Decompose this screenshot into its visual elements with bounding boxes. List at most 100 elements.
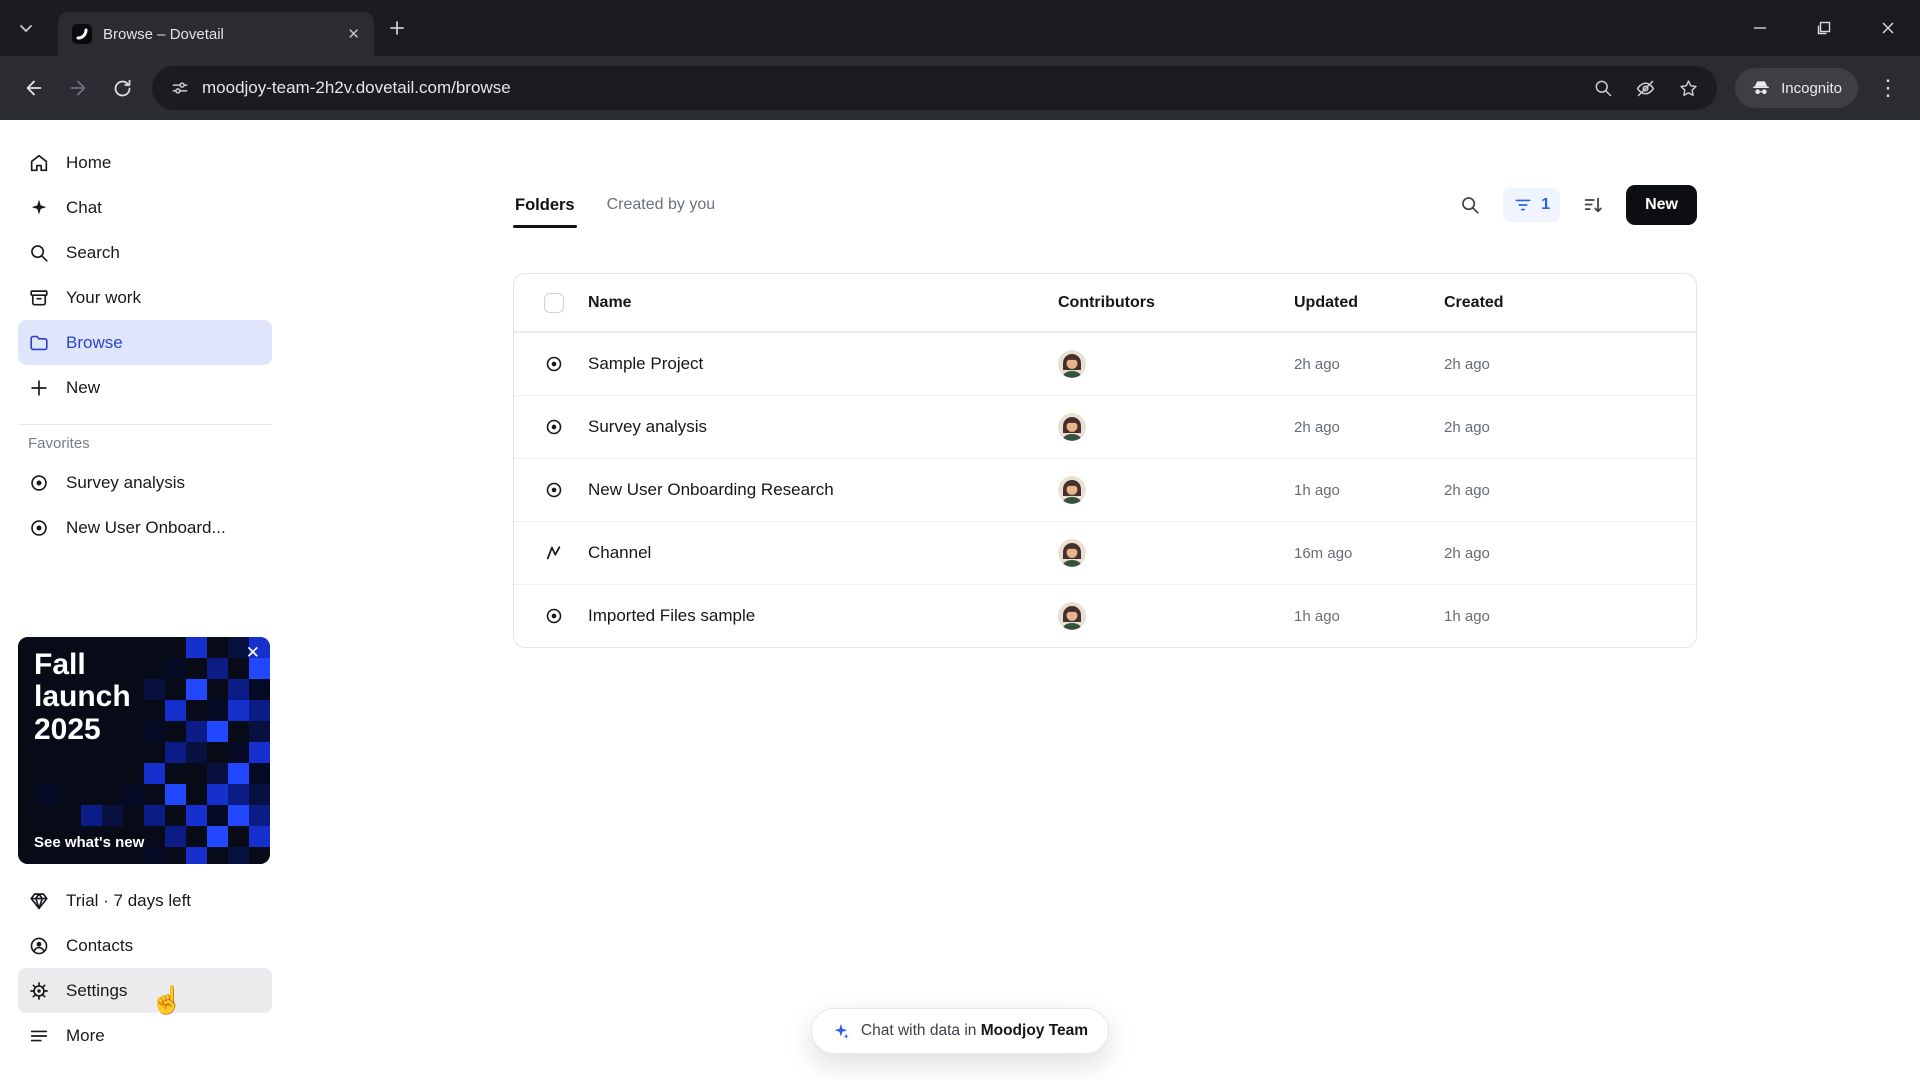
sidebar-item-label: New <box>66 377 101 397</box>
sidebar-item-your-work[interactable]: Your work <box>18 275 272 320</box>
promo-title: Fall launch 2025 <box>34 648 131 746</box>
tab-search-chevron-icon[interactable] <box>8 10 44 46</box>
sidebar-item-label: Chat <box>66 197 102 217</box>
contributor-avatar <box>1058 539 1086 567</box>
chat-with-data-button[interactable]: Chat with data in Moodjoy Team <box>810 1008 1110 1054</box>
filter-button[interactable]: 1 <box>1503 188 1561 222</box>
sidebar-item-more[interactable]: More <box>18 1013 272 1058</box>
sidebar-item-home[interactable]: Home <box>18 140 272 185</box>
sidebar-footer: Trial · 7 days left Contacts Settings Mo… <box>0 878 290 1058</box>
incognito-badge[interactable]: Incognito <box>1735 68 1858 108</box>
omnibox[interactable]: moodjoy-team-2h2v.dovetail.com/browse <box>152 66 1718 110</box>
site-info-icon[interactable] <box>170 78 190 98</box>
forward-icon[interactable] <box>56 66 100 110</box>
folder-name[interactable]: Imported Files sample <box>588 606 1058 626</box>
folders-table: Name Contributors Updated Created Sample… <box>513 273 1697 648</box>
project-icon <box>546 419 562 435</box>
search-button[interactable] <box>1459 194 1481 216</box>
tab-created-by-you[interactable]: Created by you <box>605 186 718 224</box>
project-icon <box>546 608 562 624</box>
sidebar-item-chat[interactable]: Chat <box>18 185 272 230</box>
close-window-button[interactable] <box>1856 0 1920 56</box>
folder-name[interactable]: Sample Project <box>588 354 1058 374</box>
dovetail-favicon-icon <box>72 24 92 44</box>
sidebar-item-label: Your work <box>66 287 141 307</box>
home-icon <box>30 154 48 171</box>
sidebar-item-label: Trial · 7 days left <box>66 890 192 910</box>
favorite-item-new-user-onboarding[interactable]: New User Onboard... <box>18 505 272 550</box>
window-controls <box>1728 0 1920 56</box>
search-icon <box>31 244 48 262</box>
contributor-avatar <box>1058 602 1086 630</box>
sidebar-item-trial[interactable]: Trial · 7 days left <box>18 878 272 923</box>
sort-button[interactable] <box>1582 194 1604 216</box>
table-row[interactable]: Sample Project 2h ago 2h ago <box>514 332 1696 395</box>
main-content: Folders Created by you 1 New Name Contri… <box>290 120 1920 1080</box>
folder-icon <box>30 335 48 350</box>
table-row[interactable]: New User Onboarding Research 1h ago 2h a… <box>514 458 1696 521</box>
reload-icon[interactable] <box>100 66 144 110</box>
browser-tab[interactable]: Browse – Dovetail ✕ <box>58 12 374 56</box>
project-icon <box>546 356 562 372</box>
menu-icon <box>30 1030 48 1041</box>
promo-link[interactable]: See what's new <box>34 834 144 851</box>
column-header-contributors[interactable]: Contributors <box>1058 294 1294 312</box>
tab-folders[interactable]: Folders <box>513 186 577 228</box>
select-all-checkbox[interactable] <box>544 292 564 313</box>
sidebar-item-label: Contacts <box>66 935 134 955</box>
zoom-icon[interactable] <box>1593 78 1613 98</box>
sidebar-item-contacts[interactable]: Contacts <box>18 923 272 968</box>
table-row[interactable]: Channel 16m ago 2h ago <box>514 521 1696 584</box>
folder-name[interactable]: New User Onboarding Research <box>588 480 1058 500</box>
eye-off-icon[interactable] <box>1635 78 1656 99</box>
table-header-row: Name Contributors Updated Created <box>514 274 1696 332</box>
column-header-updated[interactable]: Updated <box>1294 294 1444 312</box>
gem-icon <box>30 892 48 909</box>
updated-value: 2h ago <box>1294 418 1340 436</box>
table-row[interactable]: Imported Files sample 1h ago 1h ago <box>514 584 1696 647</box>
browser-menu-icon[interactable]: ⋮ <box>1868 75 1908 101</box>
promo-card[interactable]: Fall launch 2025 See what's new ✕ <box>18 637 270 864</box>
sidebar-item-settings[interactable]: Settings <box>18 968 272 1013</box>
channel-icon <box>546 546 561 560</box>
new-tab-button[interactable] <box>388 19 406 37</box>
person-icon <box>30 937 48 954</box>
new-folder-button[interactable]: New <box>1626 185 1697 225</box>
circle-dot-icon <box>31 474 47 491</box>
tab-close-icon[interactable]: ✕ <box>347 27 360 42</box>
sort-icon <box>1584 197 1602 213</box>
favorite-item-survey-analysis[interactable]: Survey analysis <box>18 460 272 505</box>
created-value: 2h ago <box>1444 544 1490 562</box>
sidebar-item-label: Search <box>66 242 120 262</box>
sidebar-item-label: More <box>66 1025 105 1045</box>
favorite-item-label: New User Onboard... <box>66 517 226 537</box>
ai-sparkle-icon <box>834 1023 849 1039</box>
created-value: 2h ago <box>1444 355 1490 373</box>
column-header-created[interactable]: Created <box>1444 294 1666 312</box>
updated-value: 2h ago <box>1294 355 1340 373</box>
minimize-button[interactable] <box>1728 0 1792 56</box>
created-value: 1h ago <box>1444 607 1490 625</box>
project-icon <box>546 482 562 498</box>
archive-icon <box>30 289 48 306</box>
sidebar-item-label: Home <box>66 152 112 172</box>
sidebar-item-search[interactable]: Search <box>18 230 272 275</box>
folder-name[interactable]: Channel <box>588 543 1058 563</box>
sidebar-item-new[interactable]: New <box>18 365 272 410</box>
maximize-button[interactable] <box>1792 0 1856 56</box>
column-header-name[interactable]: Name <box>588 294 1058 312</box>
folder-name[interactable]: Survey analysis <box>588 417 1058 437</box>
updated-value: 16m ago <box>1294 544 1353 562</box>
sidebar-item-label: Browse <box>66 332 123 352</box>
sidebar-item-label: Settings <box>66 980 128 1000</box>
filter-count-badge: 1 <box>1541 196 1551 213</box>
back-icon[interactable] <box>12 66 56 110</box>
circle-dot-icon <box>31 519 47 536</box>
table-row[interactable]: Survey analysis 2h ago 2h ago <box>514 395 1696 458</box>
contributor-avatar <box>1058 413 1086 441</box>
updated-value: 1h ago <box>1294 481 1340 499</box>
bookmark-star-icon[interactable] <box>1678 78 1699 99</box>
sidebar-item-browse[interactable]: Browse <box>18 320 272 365</box>
promo-close-icon[interactable]: ✕ <box>246 643 260 663</box>
search-icon <box>1462 197 1479 214</box>
